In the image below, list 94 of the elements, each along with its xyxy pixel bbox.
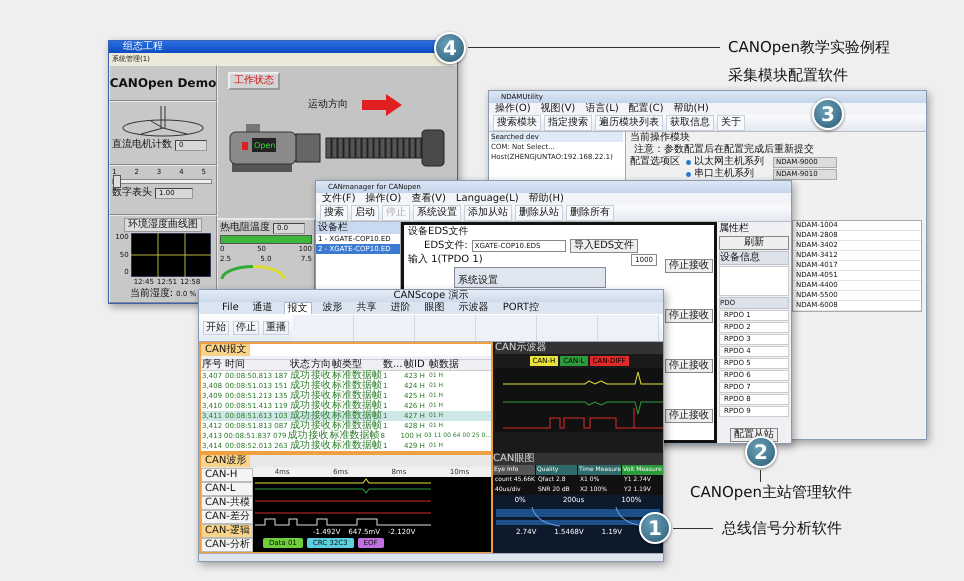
menu-item[interactable]: 配置(C) (628, 103, 664, 115)
stop-receive-button[interactable]: 停止接收 (665, 409, 713, 423)
column-header[interactable]: 方向 (310, 360, 331, 370)
ribbon-tab[interactable]: 眼图 (422, 302, 448, 314)
ribbon-tab[interactable]: 进阶 (388, 302, 414, 314)
menu-item[interactable]: 文件(F) (322, 193, 356, 205)
menu-item[interactable]: 帮助(H) (674, 103, 709, 115)
temperature-label: 热电阻温度 (220, 222, 270, 234)
ribbon-button[interactable]: 停止 (233, 320, 259, 335)
ribbon-tab[interactable]: 示波器 (456, 302, 492, 314)
table-cell: 成功 (289, 441, 310, 452)
ribbon-tab[interactable]: 报文 (284, 302, 312, 314)
counter-label: 直流电机计数 (112, 139, 172, 151)
config-note: 注意：参数配置后在配置完成后重新提交 (633, 144, 814, 156)
panel-title: CAN眼图 (493, 453, 663, 466)
panel-tab[interactable]: CAN波形 (201, 455, 250, 468)
column-header[interactable]: 状态 (289, 360, 310, 370)
table-cell: 接收 (310, 441, 331, 452)
channel-item[interactable]: CAN-H (201, 468, 253, 482)
section-title: 设备EDS文件 (408, 226, 470, 238)
group-label: 以太网主机系列 (694, 156, 765, 168)
toolbar-button[interactable]: 删除所有 (566, 205, 614, 221)
gauge-drawing (220, 265, 286, 279)
slider-thumb[interactable] (113, 175, 121, 188)
column-header[interactable]: 帧类型 (331, 360, 382, 370)
ribbon-tab[interactable]: File (219, 302, 242, 314)
column-header[interactable]: 帧ID (403, 360, 428, 370)
leader-line (760, 470, 761, 482)
ribbon-tab[interactable]: 波形 (320, 302, 346, 314)
dialog-title: 系统设置 (457, 275, 498, 286)
column-header[interactable]: 时间 (224, 360, 289, 370)
ribbon-button[interactable]: 开始 (203, 320, 229, 335)
ribbon-tab[interactable]: 通道 (250, 302, 276, 314)
panel-title: CAN示波器 (495, 342, 663, 354)
group-label: 串口主机系列 (694, 168, 755, 180)
column-header[interactable]: 数... (382, 360, 403, 370)
toolbar-button[interactable]: 启动 (351, 205, 379, 221)
callout-label: CANOpen主站管理软件 (690, 483, 852, 501)
pane-title: 属性栏 (719, 223, 750, 235)
demo-heading: CANOpen Demo (110, 76, 216, 90)
ribbon-button[interactable]: 重播 (263, 320, 289, 335)
channel-item[interactable]: CAN-L (201, 482, 253, 496)
section-header: 设备信息 (719, 251, 789, 265)
current-module-label: 当前操作模块 (630, 132, 690, 144)
menu-item[interactable]: 操作(O) (495, 103, 531, 115)
number-badge: 4 (434, 32, 466, 64)
toolbar-button[interactable]: 删除从站 (515, 205, 563, 221)
chart-title: 环境湿度曲线图 (124, 218, 202, 232)
pane-title: 设备栏 (316, 222, 400, 234)
toolbar-button[interactable]: 搜索 (320, 205, 348, 221)
channel-item[interactable]: CAN-共模 (201, 496, 253, 510)
menu-item[interactable]: 视图(V) (540, 103, 576, 115)
property-grid (719, 266, 789, 296)
field-label: EDS文件: (424, 240, 468, 252)
menu-item[interactable]: 帮助(H) (528, 193, 564, 205)
table-cell: 标准数据帧 (331, 441, 382, 452)
toolbar-button[interactable]: 获取信息 (666, 115, 714, 131)
menu-item[interactable]: 操作(O) (366, 193, 402, 205)
panel-tab[interactable]: CAN报文 (201, 344, 250, 356)
humidity-label: 当前湿度: (130, 288, 174, 300)
channel-item[interactable]: CAN-差分 (201, 510, 253, 524)
radio-icon[interactable] (686, 172, 691, 176)
refresh-button[interactable]: 刷新 (719, 236, 789, 250)
callout-label: 总线信号分析软件 (722, 519, 842, 537)
radio-icon[interactable] (686, 160, 691, 164)
menu-item[interactable]: 查看(V) (411, 193, 446, 205)
section-title: 输入 1(TPDO 1) (408, 254, 483, 266)
motor-drawing: Open (228, 120, 448, 176)
status-button[interactable]: 工作状态 (228, 72, 280, 90)
window-title: 组态工程 (123, 41, 163, 53)
toolbar-button[interactable]: 搜索模块 (493, 115, 541, 131)
column-header[interactable]: 序号 (201, 360, 224, 370)
stop-receive-button[interactable]: 停止接收 (665, 259, 713, 273)
callout-label: CANOpen教学实验例程 (728, 38, 890, 56)
column-header[interactable]: 帧数据 (428, 360, 491, 370)
ribbon-tab[interactable]: PORT控 (500, 302, 542, 314)
arrow-icon (362, 94, 402, 116)
direction-label: 运动方向 (308, 99, 348, 111)
toolbar-button[interactable]: 指定搜索 (544, 115, 592, 131)
stop-receive-button[interactable]: 停止接收 (665, 309, 713, 323)
options-label: 配置选项区 (630, 156, 680, 169)
menu-item[interactable]: 语言(L) (585, 103, 619, 115)
toolbar-button[interactable]: 添加从站 (464, 205, 512, 221)
toolbar-button[interactable]: 系统设置 (413, 205, 461, 221)
ribbon-tab[interactable]: 共享 (354, 302, 380, 314)
leader-line (673, 528, 713, 529)
callout-label: 采集模块配置软件 (728, 66, 848, 84)
stop-receive-button[interactable]: 停止接收 (665, 359, 713, 373)
menu-item[interactable]: Language(L) (456, 193, 519, 205)
import-button[interactable]: 导入EDS文件 (570, 239, 638, 253)
channel-item[interactable]: CAN-逻辑 (201, 524, 253, 538)
toolbar-button[interactable]: 遍历模块列表 (595, 115, 663, 131)
channel-item[interactable]: CAN-分析 (201, 538, 253, 552)
toolbar-button[interactable]: 关于 (717, 115, 745, 131)
